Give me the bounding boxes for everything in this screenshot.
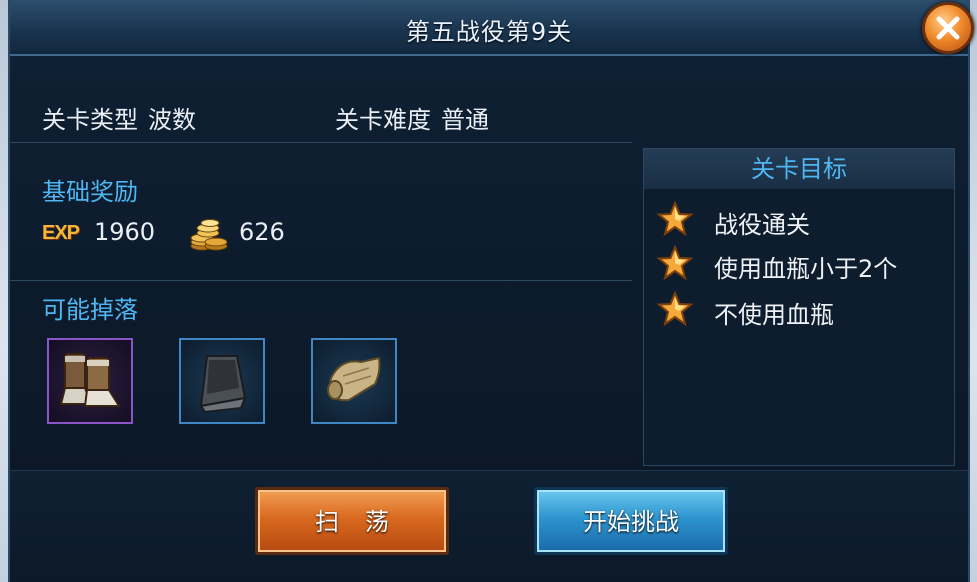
- game-screen: 第五战役第9关 关卡类型 波数 关卡难度 普通 基础奖励 EXP 1960 62…: [0, 0, 977, 582]
- gold-coins-icon: [190, 218, 228, 258]
- stage-difficulty-label: 关卡难度: [335, 106, 431, 134]
- drop-item-boots[interactable]: [47, 338, 133, 424]
- drop-item-scroll[interactable]: [311, 338, 397, 424]
- dialog-title: 第五战役第9关: [405, 18, 573, 46]
- stage-info-row: 关卡类型 波数 关卡难度 普通: [42, 100, 489, 135]
- stage-dialog: 第五战役第9关 关卡类型 波数 关卡难度 普通 基础奖励 EXP 1960 62…: [8, 0, 970, 582]
- stage-goals-panel: 关卡目标 战役通关 使用血瓶小于2个 不使用血瓶: [643, 148, 955, 466]
- star-icon: [656, 291, 694, 327]
- scroll-icon: [327, 356, 381, 402]
- exp-badge-icon: EXP: [42, 222, 80, 244]
- coin-value: 626: [239, 218, 285, 246]
- dialog-titlebar: 第五战役第9关: [10, 0, 968, 56]
- divider: [10, 280, 632, 281]
- exp-value: 1960: [94, 218, 156, 246]
- iron-ingot-icon: [199, 355, 247, 414]
- close-button[interactable]: [922, 2, 974, 54]
- sweep-button[interactable]: 扫荡: [255, 487, 449, 555]
- stage-type-label: 关卡类型: [42, 106, 138, 134]
- boots-icon: [59, 353, 121, 407]
- base-rewards-title: 基础奖励: [42, 178, 138, 206]
- start-challenge-button[interactable]: 开始挑战: [534, 487, 728, 555]
- star-icon: [656, 201, 694, 237]
- divider: [10, 142, 632, 143]
- stage-type-value: 波数: [148, 106, 196, 134]
- stage-difficulty-value: 普通: [441, 106, 489, 134]
- dialog-footer: [10, 470, 968, 582]
- goal-label: 不使用血瓶: [714, 301, 834, 329]
- star-icon: [656, 245, 694, 281]
- goal-label: 战役通关: [714, 211, 810, 239]
- close-x-icon: [936, 16, 960, 40]
- goal-label: 使用血瓶小于2个: [714, 255, 898, 283]
- possible-drops-title: 可能掉落: [42, 296, 138, 324]
- drop-item-ingot[interactable]: [179, 338, 265, 424]
- goals-title: 关卡目标: [644, 149, 954, 189]
